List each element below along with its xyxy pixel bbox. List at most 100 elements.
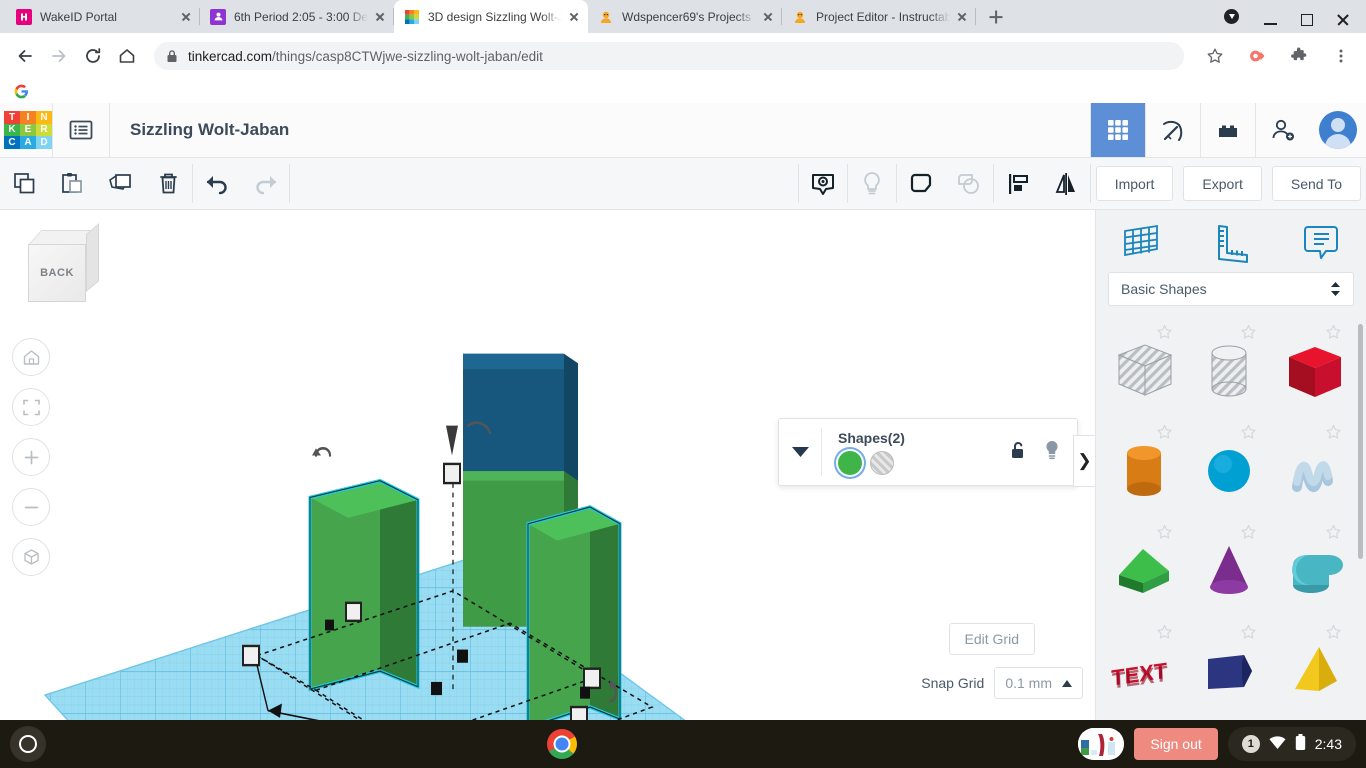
favorite-star-icon[interactable] <box>1325 424 1342 446</box>
unlock-icon[interactable] <box>1009 440 1027 465</box>
shape-item-cone[interactable] <box>1187 520 1272 620</box>
close-icon[interactable] <box>954 9 970 25</box>
sidebar-item-shapes-grid-tab[interactable] <box>1096 217 1186 265</box>
back-arrow-icon[interactable] <box>10 41 40 71</box>
notification-badge[interactable]: 1 <box>1241 735 1260 753</box>
close-icon[interactable] <box>178 9 194 25</box>
launcher-circle-icon[interactable] <box>10 726 46 762</box>
sidebar-item-notes-tab[interactable] <box>1276 217 1366 265</box>
group-icon[interactable] <box>897 158 945 209</box>
close-icon[interactable] <box>760 9 776 25</box>
favorite-star-icon[interactable] <box>1325 624 1342 646</box>
design-grid-icon[interactable] <box>1090 103 1145 157</box>
sign-out-button[interactable]: Sign out <box>1134 728 1218 760</box>
duplicate-icon[interactable] <box>96 158 144 209</box>
export-button[interactable]: Export <box>1183 166 1262 201</box>
bookmark-star-icon[interactable] <box>1200 41 1230 71</box>
paste-icon[interactable] <box>48 158 96 209</box>
3d-scene[interactable] <box>0 210 880 737</box>
favorite-star-icon[interactable] <box>1240 424 1257 446</box>
favorite-star-icon[interactable] <box>1240 324 1257 346</box>
view-cube-side-face[interactable] <box>86 223 99 292</box>
close-icon[interactable] <box>1332 9 1354 31</box>
ortho-perspective-icon[interactable] <box>12 538 50 576</box>
home-view-icon[interactable] <box>12 338 50 376</box>
import-button[interactable]: Import <box>1095 166 1174 201</box>
reload-icon[interactable] <box>78 41 108 71</box>
sidebar-item-ruler-tab[interactable] <box>1186 217 1276 265</box>
snap-grid-select[interactable]: 0.1 mm <box>994 667 1083 699</box>
favorite-star-icon[interactable] <box>1240 524 1257 546</box>
shape-item-sphere[interactable] <box>1187 420 1272 520</box>
shape-item-polygon[interactable] <box>1187 620 1272 720</box>
shape-item-box[interactable] <box>1271 320 1356 420</box>
light-bulb-icon[interactable] <box>1043 439 1061 466</box>
system-tray[interactable]: 1 2:43 <box>1227 727 1356 761</box>
zoom-in-icon[interactable] <box>12 438 50 476</box>
sidebar-scrollbar[interactable] <box>1358 324 1363 559</box>
window-preview-thumbnail[interactable] <box>1078 728 1125 760</box>
edit-grid-button[interactable]: Edit Grid <box>948 623 1035 655</box>
shape-item-roof[interactable] <box>1271 520 1356 620</box>
list-menu-icon[interactable] <box>53 103 109 157</box>
browser-tab-0[interactable]: WakeID Portal <box>6 0 200 33</box>
browser-tab-1[interactable]: 6th Period 2:05 - 3:00 Design C <box>200 0 394 33</box>
chrome-menu-icon[interactable] <box>1326 41 1356 71</box>
shapes-inspector-popup[interactable]: Shapes(2) <box>778 418 1078 486</box>
codeblocks-pickaxe-icon[interactable] <box>1145 103 1200 157</box>
shape-item-text[interactable]: TEXT TEXT <box>1102 620 1187 720</box>
shape-item-cylinder-hole[interactable] <box>1187 320 1272 420</box>
address-bar[interactable]: tinkercad.com/things/casp8CTWjwe-sizzlin… <box>154 42 1184 70</box>
browser-tab-3[interactable]: Wdspencer69's Projects - Instr <box>588 0 782 33</box>
shape-item-wedge[interactable] <box>1102 520 1187 620</box>
blocks-brick-icon[interactable] <box>1200 103 1255 157</box>
battery-icon[interactable] <box>1295 734 1306 754</box>
copy-icon[interactable] <box>0 158 48 209</box>
new-tab-button[interactable] <box>982 3 1010 31</box>
cast-icon[interactable] <box>1242 41 1272 71</box>
avatar[interactable] <box>1319 111 1357 149</box>
3d-viewport[interactable]: 80.00 BACK <box>0 210 1095 737</box>
chrome-icon[interactable] <box>547 729 578 759</box>
shape-item-pyramid[interactable] <box>1271 620 1356 720</box>
shape-item-scribble[interactable] <box>1271 420 1356 520</box>
browser-tab-2[interactable]: 3D design Sizzling Wolt-Jaban <box>394 0 588 33</box>
send-to-button[interactable]: Send To <box>1271 166 1361 201</box>
favorite-star-icon[interactable] <box>1156 424 1173 446</box>
view-cube[interactable]: BACK <box>20 223 100 310</box>
google-icon[interactable] <box>14 84 29 99</box>
align-icon[interactable] <box>994 158 1042 209</box>
invite-person-icon[interactable] <box>1255 103 1310 157</box>
favorite-star-icon[interactable] <box>1240 624 1257 646</box>
close-icon[interactable] <box>372 9 388 25</box>
fit-to-view-icon[interactable] <box>12 388 50 426</box>
undo-icon[interactable] <box>193 158 241 209</box>
zoom-out-icon[interactable] <box>12 488 50 526</box>
favorite-star-icon[interactable] <box>1156 624 1173 646</box>
favorite-star-icon[interactable] <box>1325 324 1342 346</box>
shape-category-select[interactable]: Basic Shapes <box>1108 272 1354 306</box>
minimize-icon[interactable] <box>1260 9 1282 31</box>
caret-down-icon[interactable] <box>779 446 821 458</box>
shape-item-cylinder[interactable] <box>1102 420 1187 520</box>
wifi-icon[interactable] <box>1269 735 1286 753</box>
home-icon[interactable] <box>112 41 142 71</box>
tinkercad-logo[interactable]: T I N K E R C A D <box>4 111 52 149</box>
close-icon[interactable] <box>566 9 582 25</box>
browser-tab-4[interactable]: Project Editor - Instructables <box>782 0 976 33</box>
workplane-icon[interactable] <box>799 158 847 209</box>
hole-swatch[interactable] <box>870 450 894 475</box>
favorite-star-icon[interactable] <box>1325 524 1342 546</box>
maximize-icon[interactable] <box>1296 9 1318 31</box>
download-icon[interactable] <box>1224 9 1246 31</box>
favorite-star-icon[interactable] <box>1156 324 1173 346</box>
delete-trash-icon[interactable] <box>144 158 192 209</box>
favorite-star-icon[interactable] <box>1156 524 1173 546</box>
panel-toggle-chevron-right-icon[interactable]: ❯ <box>1073 435 1095 487</box>
shape-item-box-hole[interactable] <box>1102 320 1187 420</box>
shape-library-grid[interactable]: TEXT TEXT <box>1096 316 1366 737</box>
mirror-flip-icon[interactable] <box>1042 158 1090 209</box>
view-cube-front-face[interactable]: BACK <box>28 244 86 302</box>
solid-green-swatch[interactable] <box>838 450 862 475</box>
extensions-puzzle-icon[interactable] <box>1284 41 1314 71</box>
